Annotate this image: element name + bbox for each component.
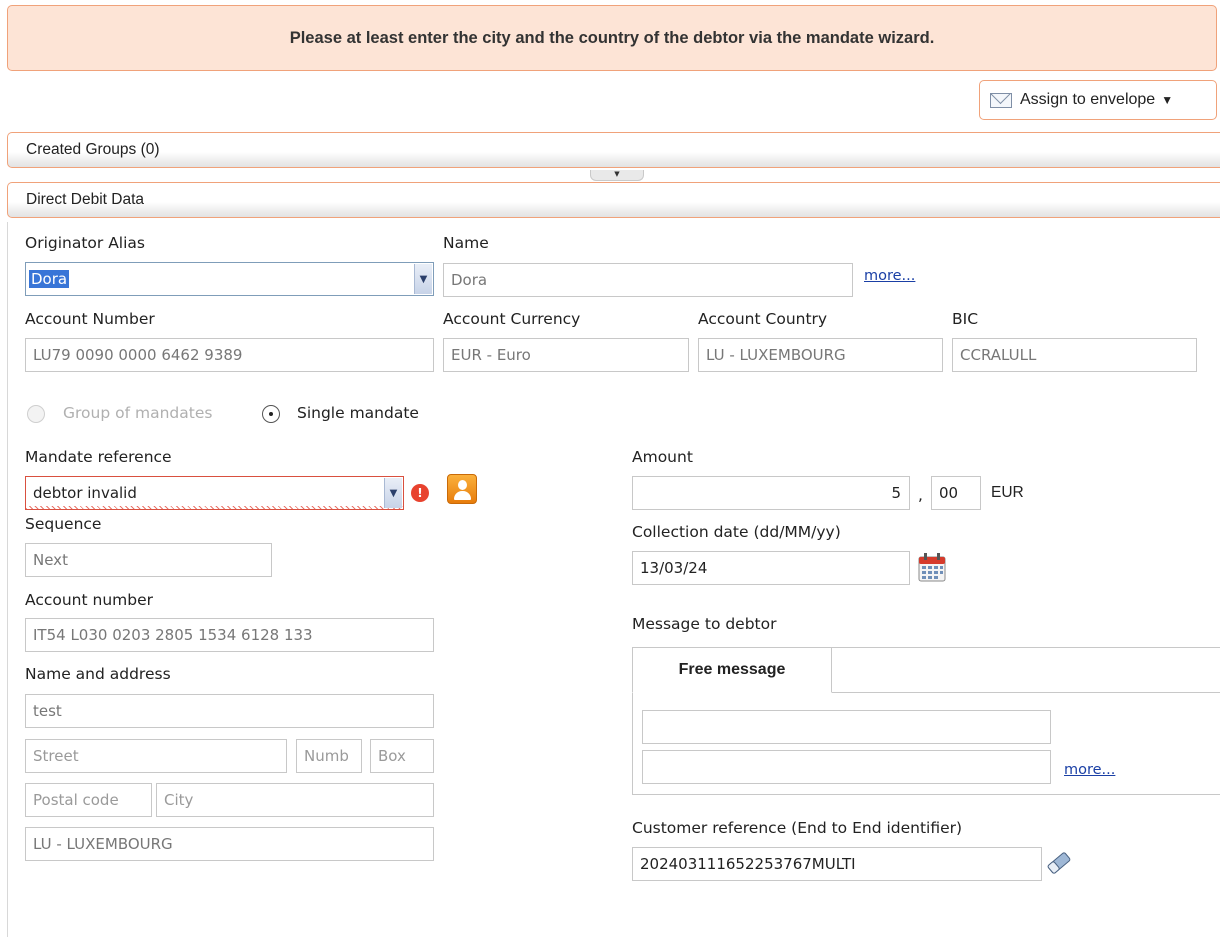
amount-label: Amount: [632, 448, 693, 466]
amount-currency: EUR: [991, 484, 1024, 501]
account-number-label: Account Number: [25, 310, 155, 328]
sequence-field[interactable]: Next: [25, 543, 272, 577]
bic-field[interactable]: CCRALULL: [952, 338, 1197, 372]
originator-name-field[interactable]: Dora: [443, 263, 853, 297]
account-country-field[interactable]: LU - LUXEMBOURG: [698, 338, 943, 372]
message-line-2-input[interactable]: [642, 750, 1051, 784]
message-line-1-input[interactable]: [642, 710, 1051, 744]
chevron-down-icon[interactable]: ▼: [414, 264, 432, 294]
originator-alias-label: Originator Alias: [25, 234, 145, 252]
mandate-reference-label: Mandate reference: [25, 448, 172, 466]
created-groups-header[interactable]: Created Groups (0): [7, 132, 1220, 168]
message-more-link[interactable]: more...: [1064, 762, 1115, 778]
customer-reference-input[interactable]: 202403111652253767MULTI: [632, 847, 1042, 881]
account-currency-field[interactable]: EUR - Euro: [443, 338, 689, 372]
warning-banner: Please at least enter the city and the c…: [7, 5, 1217, 71]
collection-date-input[interactable]: 13/03/24: [632, 551, 910, 585]
envelope-icon: [990, 92, 1012, 108]
postal-code-input[interactable]: Postal code: [25, 783, 152, 817]
customer-reference-label: Customer reference (End to End identifie…: [632, 819, 963, 837]
calendar-icon[interactable]: [918, 552, 946, 582]
person-icon: [458, 480, 467, 490]
sequence-label: Sequence: [25, 515, 102, 533]
single-mandate-radio[interactable]: [262, 405, 280, 423]
error-icon: !: [411, 484, 429, 502]
box-input[interactable]: Box: [370, 739, 434, 773]
bic-label: BIC: [952, 310, 979, 328]
amount-units-input[interactable]: 5: [632, 476, 910, 510]
content-left-border: [7, 222, 8, 937]
debtor-country-field[interactable]: LU - LUXEMBOURG: [25, 827, 434, 861]
group-of-mandates-radio[interactable]: [27, 405, 45, 423]
chevron-down-icon[interactable]: ▼: [384, 478, 402, 508]
assign-to-envelope-button[interactable]: Assign to envelope ▼: [979, 80, 1217, 120]
assign-to-envelope-label: Assign to envelope: [1020, 91, 1156, 108]
city-input[interactable]: City: [156, 783, 434, 817]
tab-free-message-label: Free message: [678, 661, 786, 678]
originator-alias-select[interactable]: Dora ▼: [25, 262, 434, 296]
account-number-field[interactable]: LU79 0090 0000 6462 9389: [25, 338, 434, 372]
group-of-mandates-label: Group of mandates: [63, 404, 213, 422]
debtor-account-label: Account number: [25, 591, 154, 609]
mandate-reference-value: debtor invalid: [33, 484, 137, 502]
street-input[interactable]: Street: [25, 739, 287, 773]
number-input[interactable]: Numb: [296, 739, 362, 773]
mandate-wizard-button[interactable]: [447, 474, 477, 504]
tab-free-message[interactable]: Free message: [632, 647, 832, 693]
originator-alias-value: Dora: [29, 270, 70, 288]
debtor-name-field[interactable]: test: [25, 694, 434, 728]
eraser-icon[interactable]: [1044, 848, 1074, 878]
single-mandate-label: Single mandate: [297, 404, 419, 422]
collection-date-label: Collection date (dd/MM/yy): [632, 523, 841, 541]
name-address-label: Name and address: [25, 665, 171, 683]
debtor-account-field[interactable]: IT54 L030 0203 2805 1534 6128 133: [25, 618, 434, 652]
warning-message: Please at least enter the city and the c…: [289, 28, 935, 47]
collapse-toggle-icon[interactable]: ▼: [590, 170, 644, 181]
created-groups-title: Created Groups (0): [26, 141, 160, 158]
name-label: Name: [443, 234, 489, 252]
mandate-reference-select[interactable]: debtor invalid ▼: [25, 476, 404, 510]
amount-cents-input[interactable]: 00: [931, 476, 981, 510]
originator-more-link[interactable]: more...: [864, 268, 915, 284]
decimal-separator: ,: [918, 486, 923, 504]
account-country-label: Account Country: [698, 310, 828, 328]
direct-debit-title: Direct Debit Data: [26, 191, 145, 208]
caret-down-icon: ▼: [1161, 93, 1174, 107]
message-to-debtor-label: Message to debtor: [632, 615, 777, 633]
account-currency-label: Account Currency: [443, 310, 581, 328]
direct-debit-header[interactable]: Direct Debit Data: [7, 182, 1220, 218]
